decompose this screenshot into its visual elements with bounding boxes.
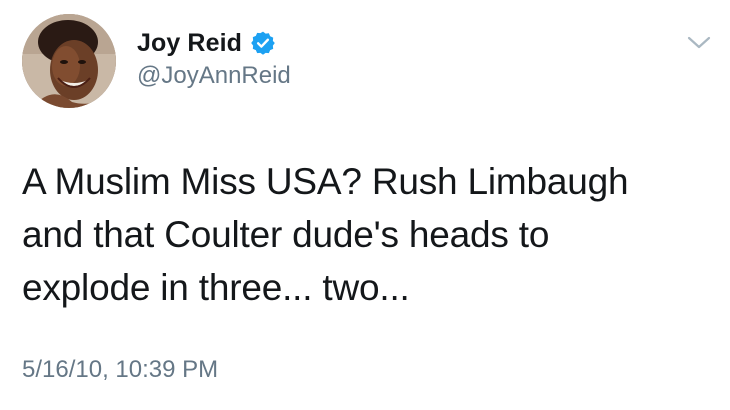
tweet-card: Joy Reid @JoyAnnReid A Muslim Miss USA? … <box>0 0 730 410</box>
tweet-text-line: explode in three... two... <box>22 267 410 308</box>
display-name[interactable]: Joy Reid <box>137 29 242 58</box>
tweet-text-line: and that Coulter dude's heads to <box>22 214 550 255</box>
tweet-timestamp[interactable]: 5/16/10, 10:39 PM <box>22 356 218 384</box>
tweet-text-line: A Muslim Miss USA? Rush Limbaugh <box>22 161 629 202</box>
chevron-down-icon[interactable] <box>686 34 712 52</box>
author-name-row[interactable]: Joy Reid <box>137 26 276 60</box>
avatar-image <box>22 14 116 108</box>
avatar[interactable] <box>22 14 116 108</box>
tweet-text: A Muslim Miss USA? Rush Limbaugh and tha… <box>22 155 712 314</box>
user-handle[interactable]: @JoyAnnReid <box>137 62 291 90</box>
verified-badge-icon <box>250 30 276 56</box>
